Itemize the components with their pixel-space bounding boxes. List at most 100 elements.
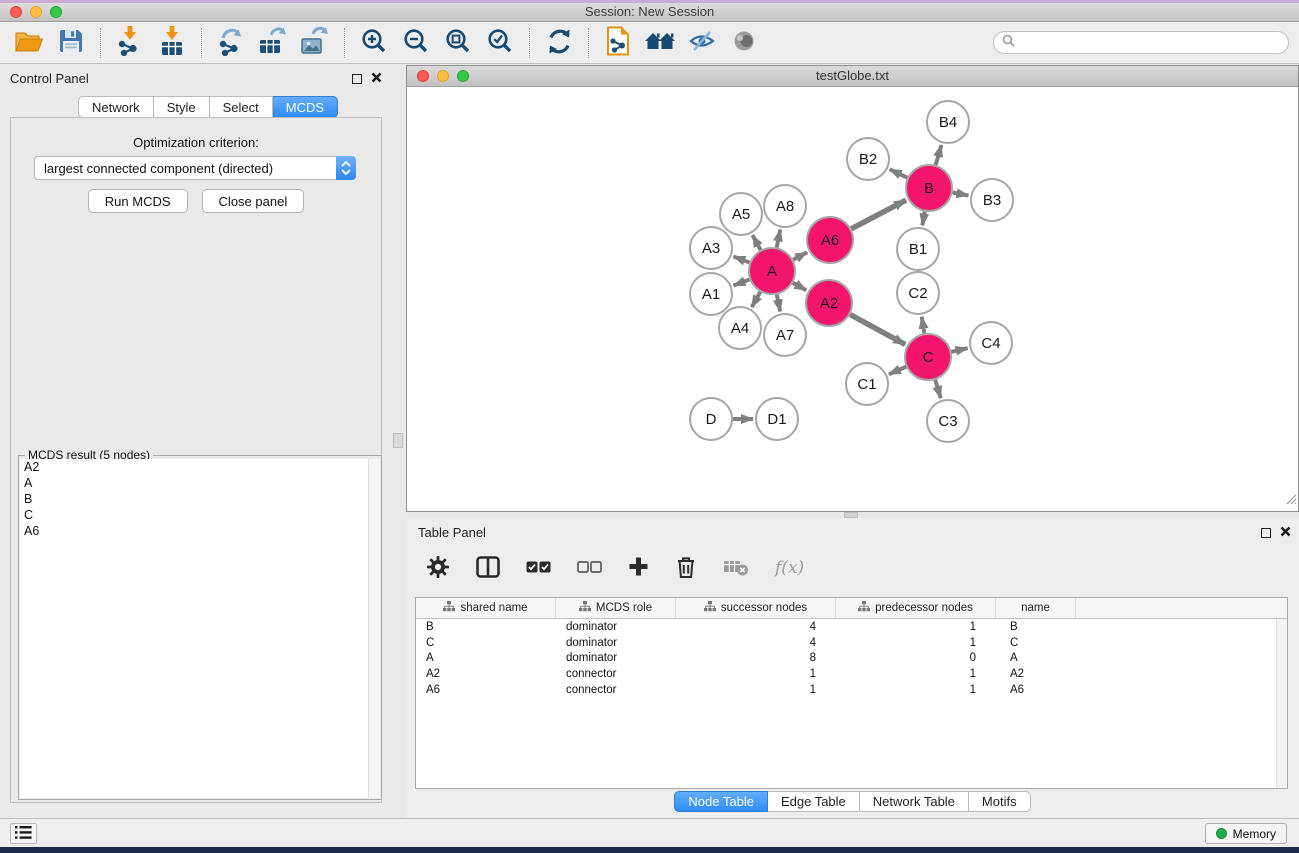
graph-node-B3[interactable]: B3: [971, 179, 1013, 221]
graph-node-C[interactable]: C: [905, 334, 951, 380]
tab-style[interactable]: Style: [154, 96, 210, 118]
hide-network-button[interactable]: [681, 25, 723, 61]
graph-edge-A2-C[interactable]: [850, 315, 905, 345]
table-row[interactable]: Adominator80A: [416, 651, 1276, 667]
show-column-button[interactable]: [476, 556, 500, 581]
import-table-button[interactable]: [151, 25, 193, 61]
create-column-button[interactable]: [628, 556, 649, 580]
graph-edge-A6-B[interactable]: [851, 200, 906, 229]
graph-node-A3[interactable]: A3: [690, 227, 732, 269]
search-input[interactable]: [1021, 36, 1280, 50]
table-tab-motifs[interactable]: Motifs: [969, 791, 1031, 812]
graph-node-B2[interactable]: B2: [847, 138, 889, 180]
open-session-file-button[interactable]: [597, 25, 639, 61]
show-eye-button[interactable]: [723, 25, 765, 61]
table-row[interactable]: Cdominator41C: [416, 635, 1276, 651]
function-builder-button[interactable]: f(x): [775, 558, 804, 578]
column-header-predecessor-nodes[interactable]: predecessor nodes: [836, 598, 996, 618]
result-list-scrollbar[interactable]: [368, 459, 380, 798]
result-item[interactable]: B: [20, 491, 368, 507]
tab-network[interactable]: Network: [78, 96, 154, 118]
close-table-panel-button[interactable]: [1280, 525, 1291, 540]
graph-node-A6[interactable]: A6: [807, 217, 853, 263]
network-canvas-svg[interactable]: B4B2BB3A8A5A6A3B1AA1C2A2A4A7C4CC1C3DD1: [407, 88, 1298, 511]
unselect-all-columns-button[interactable]: [577, 561, 602, 576]
graph-edge-A-A5[interactable]: [753, 235, 761, 250]
vertical-split-divider[interactable]: [390, 64, 406, 818]
zoom-selected-button[interactable]: [479, 25, 521, 61]
graph-edge-C-C1[interactable]: [889, 367, 906, 375]
graph-node-D[interactable]: D: [690, 398, 732, 440]
graph-edge-C-C2[interactable]: [922, 317, 925, 334]
graph-node-A1[interactable]: A1: [690, 273, 732, 315]
import-network-button[interactable]: [109, 25, 151, 61]
divider-handle[interactable]: [393, 433, 403, 448]
column-header-shared-name[interactable]: shared name: [416, 598, 556, 618]
graph-edge-B-B1[interactable]: [922, 212, 924, 226]
home-layout-button[interactable]: [639, 25, 681, 61]
graph-node-A4[interactable]: A4: [719, 307, 761, 349]
result-item[interactable]: A: [20, 475, 368, 491]
open-session-button[interactable]: [8, 25, 50, 61]
network-window-titlebar[interactable]: testGlobe.txt: [407, 66, 1298, 87]
table-settings-button[interactable]: [426, 555, 450, 582]
task-history-button[interactable]: [10, 823, 37, 844]
graph-node-C2[interactable]: C2: [897, 272, 939, 314]
table-row[interactable]: A6connector11A6: [416, 682, 1276, 698]
graph-node-A2[interactable]: A2: [806, 280, 852, 326]
graph-node-A5[interactable]: A5: [720, 193, 762, 235]
delete-table-button[interactable]: [723, 558, 749, 579]
column-header-mcds-role[interactable]: MCDS role: [556, 598, 676, 618]
tab-select[interactable]: Select: [210, 96, 273, 118]
table-row[interactable]: A2connector11A2: [416, 666, 1276, 682]
save-session-button[interactable]: [50, 25, 92, 61]
table-tab-network-table[interactable]: Network Table: [860, 791, 969, 812]
table-tab-edge-table[interactable]: Edge Table: [768, 791, 860, 812]
table-row[interactable]: Bdominator41B: [416, 619, 1276, 635]
refresh-button[interactable]: [538, 25, 580, 61]
zoom-out-button[interactable]: [395, 25, 437, 61]
graph-edge-C-C3[interactable]: [935, 380, 941, 398]
graph-edge-B-B4[interactable]: [936, 145, 942, 165]
graph-edge-A-A2[interactable]: [793, 283, 806, 291]
close-panel-action-button[interactable]: Close panel: [202, 189, 305, 213]
graph-node-A8[interactable]: A8: [764, 185, 806, 227]
graph-edge-A-A1[interactable]: [734, 280, 750, 286]
graph-edge-A-A6[interactable]: [793, 252, 807, 259]
graph-node-C3[interactable]: C3: [927, 400, 969, 442]
graph-node-C1[interactable]: C1: [846, 363, 888, 405]
result-item[interactable]: A6: [20, 523, 368, 539]
graph-node-C4[interactable]: C4: [970, 322, 1012, 364]
table-scrollbar[interactable]: [1276, 619, 1287, 788]
export-table-button[interactable]: [252, 25, 294, 61]
table-tab-node-table[interactable]: Node Table: [674, 791, 768, 812]
graph-node-B4[interactable]: B4: [927, 101, 969, 143]
memory-button[interactable]: Memory: [1205, 823, 1287, 844]
delete-column-button[interactable]: [675, 555, 697, 582]
run-mcds-button[interactable]: Run MCDS: [88, 189, 188, 213]
tab-mcds[interactable]: MCDS: [273, 96, 338, 118]
criterion-dropdown[interactable]: largest connected component (directed): [34, 156, 356, 180]
result-item[interactable]: C: [20, 507, 368, 523]
column-header-successor-nodes[interactable]: successor nodes: [676, 598, 836, 618]
select-all-columns-button[interactable]: [526, 561, 551, 576]
close-panel-button[interactable]: [371, 71, 382, 86]
resize-grip-icon[interactable]: [1285, 492, 1297, 510]
float-table-panel-button[interactable]: [1261, 528, 1271, 538]
graph-node-B[interactable]: B: [906, 165, 952, 211]
column-header-name[interactable]: name: [996, 598, 1076, 618]
zoom-fit-button[interactable]: [437, 25, 479, 61]
export-network-button[interactable]: [210, 25, 252, 61]
float-panel-button[interactable]: [352, 74, 362, 84]
search-field[interactable]: [993, 31, 1289, 54]
graph-edge-B-B2[interactable]: [890, 169, 908, 177]
graph-node-A[interactable]: A: [749, 248, 795, 294]
zoom-in-button[interactable]: [353, 25, 395, 61]
graph-edge-C-C4[interactable]: [951, 348, 967, 352]
result-item[interactable]: A2: [20, 459, 368, 475]
graph-edge-B-B3[interactable]: [953, 193, 969, 196]
graph-edge-A-A8[interactable]: [777, 230, 781, 248]
graph-edge-A-A3[interactable]: [734, 257, 750, 263]
graph-edge-A-A4[interactable]: [752, 292, 761, 307]
graph-node-D1[interactable]: D1: [756, 398, 798, 440]
